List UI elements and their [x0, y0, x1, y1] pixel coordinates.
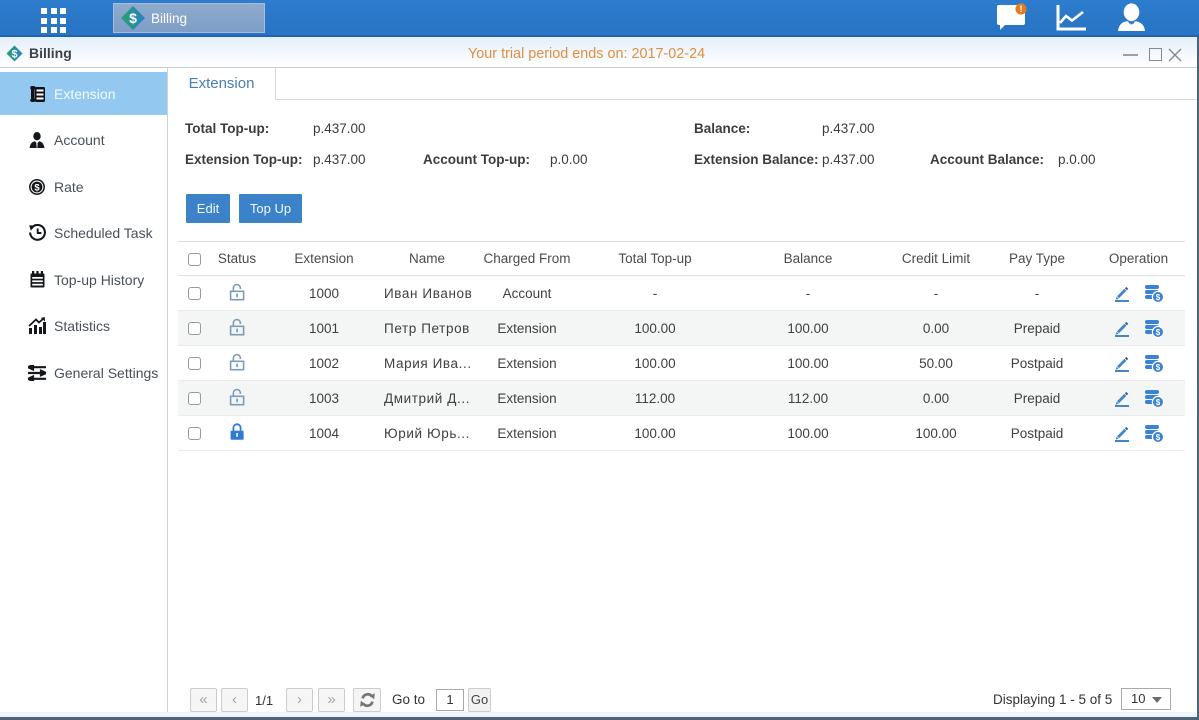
- svg-text:$: $: [1156, 362, 1161, 371]
- svg-text:$: $: [1156, 432, 1161, 441]
- svg-text:!: !: [1020, 4, 1023, 14]
- svg-text:$: $: [11, 49, 17, 61]
- svg-text:$: $: [1156, 397, 1161, 406]
- svg-text:$: $: [1156, 327, 1161, 336]
- svg-text:$: $: [34, 182, 40, 193]
- svg-text:$: $: [1156, 292, 1161, 301]
- svg-text:$: $: [129, 10, 137, 26]
